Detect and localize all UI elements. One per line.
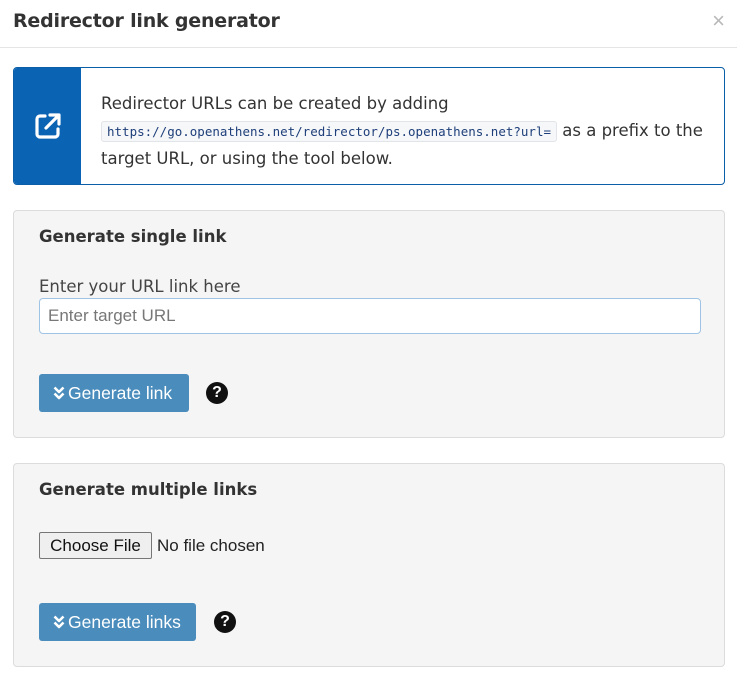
help-icon[interactable]: ? (214, 611, 236, 633)
generate-link-button[interactable]: Generate link (39, 374, 189, 412)
single-link-panel: Generate single link Enter your URL link… (13, 210, 725, 438)
multiple-links-panel: Generate multiple links Choose File No f… (13, 463, 725, 667)
file-status: No file chosen (157, 536, 265, 555)
help-icon[interactable]: ? (206, 382, 228, 404)
choose-file-button[interactable]: Choose File (39, 532, 152, 559)
close-icon[interactable]: × (712, 10, 725, 32)
redirector-prefix-code: https://go.openathens.net/redirector/ps.… (101, 121, 558, 142)
multiple-links-heading: Generate multiple links (39, 480, 258, 499)
dialog-title: Redirector link generator (13, 10, 280, 32)
generate-link-label: Generate link (68, 382, 173, 403)
generate-links-button[interactable]: Generate links (39, 603, 196, 641)
info-box: Redirector URLs can be created by adding… (13, 67, 725, 185)
single-link-heading: Generate single link (39, 227, 227, 246)
double-chevron-down-icon (53, 386, 65, 400)
dialog-header: Redirector link generator × (0, 0, 737, 48)
target-url-input[interactable] (39, 298, 701, 334)
info-text-before: Redirector URLs can be created by adding (101, 94, 449, 113)
url-field-label: Enter your URL link here (39, 277, 241, 296)
info-text: Redirector URLs can be created by adding… (101, 90, 710, 172)
external-link-icon (34, 113, 61, 139)
double-chevron-down-icon (53, 615, 65, 629)
info-icon-panel (14, 68, 81, 184)
generate-links-label: Generate links (68, 611, 181, 632)
